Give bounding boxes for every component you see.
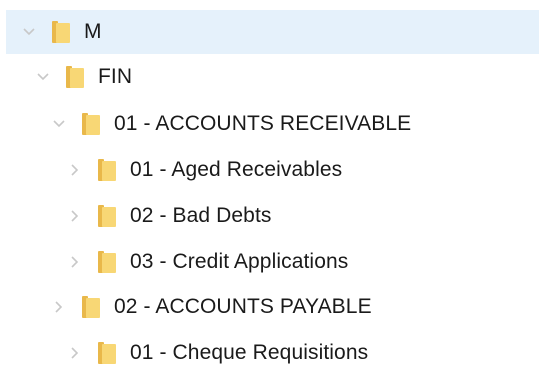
chevron-right-icon[interactable] [50, 298, 68, 316]
tree-item-aged-receivables[interactable]: 01 - Aged Receivables [0, 148, 539, 192]
chevron-right-icon[interactable] [66, 161, 84, 179]
folder-icon [96, 204, 118, 228]
folder-icon [50, 20, 72, 44]
chevron-down-icon[interactable] [20, 23, 38, 41]
tree-item-label: 01 - Cheque Requisitions [130, 341, 369, 364]
folder-tree: M FIN 01 - ACCOUNTS RECEIVABLE 01 - Aged… [0, 0, 539, 367]
tree-item-label: FIN [98, 65, 133, 88]
chevron-right-icon[interactable] [66, 253, 84, 271]
folder-icon [96, 341, 118, 365]
tree-item-label: 01 - Aged Receivables [130, 158, 343, 181]
folder-icon [80, 295, 102, 319]
tree-item-label: 02 - Bad Debts [130, 204, 272, 227]
tree-item-fin[interactable]: FIN [0, 55, 539, 99]
folder-icon [64, 65, 86, 89]
folder-icon [96, 158, 118, 182]
tree-item-label: 02 - ACCOUNTS PAYABLE [114, 295, 372, 318]
tree-item-accounts-receivable[interactable]: 01 - ACCOUNTS RECEIVABLE [0, 102, 539, 146]
chevron-down-icon[interactable] [50, 115, 68, 133]
chevron-right-icon[interactable] [66, 207, 84, 225]
tree-item-cheque-requisitions[interactable]: 01 - Cheque Requisitions [0, 331, 539, 367]
tree-item-credit-applications[interactable]: 03 - Credit Applications [0, 240, 539, 284]
tree-item-label: M [84, 20, 102, 43]
folder-icon [96, 250, 118, 274]
tree-item-label: 01 - ACCOUNTS RECEIVABLE [114, 112, 412, 135]
chevron-right-icon[interactable] [66, 344, 84, 362]
tree-item-label: 03 - Credit Applications [130, 250, 349, 273]
chevron-down-icon[interactable] [34, 68, 52, 86]
tree-item-m[interactable]: M [6, 10, 539, 54]
tree-item-bad-debts[interactable]: 02 - Bad Debts [0, 194, 539, 238]
tree-item-accounts-payable[interactable]: 02 - ACCOUNTS PAYABLE [0, 285, 539, 329]
folder-icon [80, 112, 102, 136]
